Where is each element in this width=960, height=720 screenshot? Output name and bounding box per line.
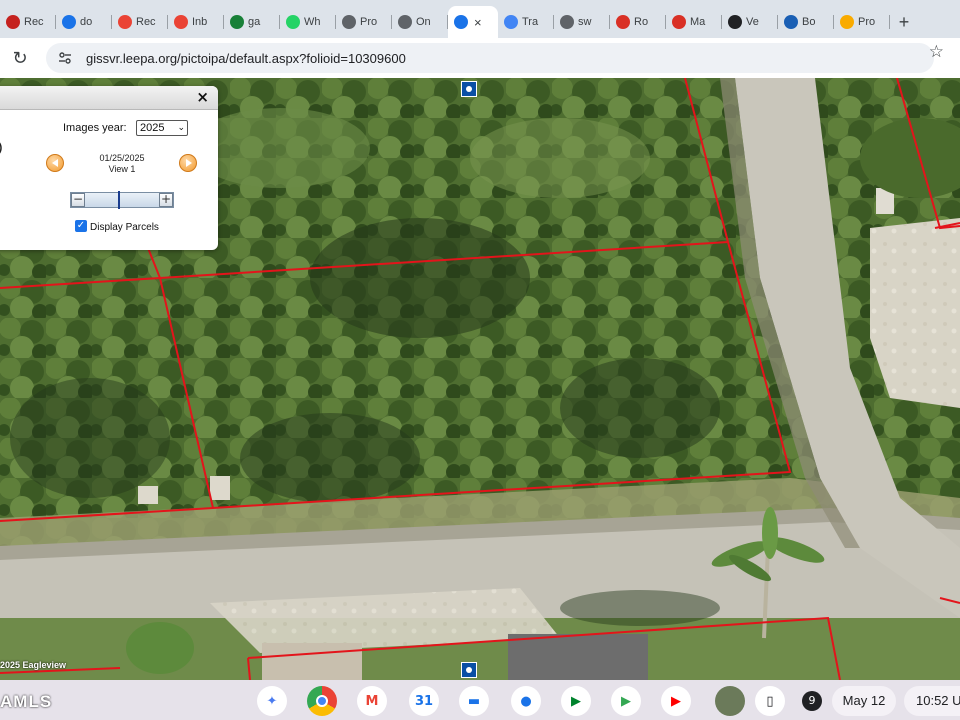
openai-icon: [728, 15, 742, 29]
image-date: 01/25/2025: [99, 153, 145, 163]
reload-icon[interactable]: ↻: [0, 48, 40, 69]
tab-separator: [889, 15, 890, 29]
mls-watermark: AMLS: [0, 692, 53, 711]
chrome-center: [316, 695, 328, 707]
photo-thumbnail-icon[interactable]: [715, 686, 745, 716]
browser-tab[interactable]: Bo: [778, 6, 834, 38]
sheets-icon: [230, 15, 244, 29]
close-icon[interactable]: ×: [474, 15, 482, 30]
moon-icon: [784, 15, 798, 29]
display-parcels-label: Display Parcels: [90, 222, 159, 233]
tab-label: On: [416, 16, 431, 28]
browser-toolbar: ↻ gissvr.leepa.org/pictoipa/default.aspx…: [0, 38, 960, 78]
chrome-icon[interactable]: [307, 686, 337, 716]
play-store-icon[interactable]: ▶: [611, 686, 641, 716]
time-display[interactable]: 10:52 U: [904, 686, 960, 716]
site-info-icon[interactable]: [56, 49, 74, 67]
gmail-icon: [118, 15, 132, 29]
date-display[interactable]: May 12: [832, 686, 896, 716]
browser-tab[interactable]: Tra: [498, 6, 554, 38]
youtube-icon[interactable]: ▶: [661, 686, 691, 716]
image-view-label: View 1: [108, 164, 136, 174]
calendar-icon[interactable]: 31: [409, 686, 439, 716]
image-viewer-panel: × Images year: 2025 ⌄ 01/25/2025 View 1 …: [0, 86, 218, 250]
browser-tab[interactable]: On: [392, 6, 448, 38]
tab-label: Pro: [360, 16, 378, 28]
tab-label: Ro: [634, 16, 649, 28]
browser-tab[interactable]: ga: [224, 6, 280, 38]
browser-tab[interactable]: Rec: [112, 6, 168, 38]
chevron-down-icon: ⌄: [177, 123, 185, 133]
realtor-icon: [6, 15, 20, 29]
location-pin-icon[interactable]: [461, 81, 477, 97]
phone-hub-icon[interactable]: ▯: [755, 686, 785, 716]
clock-icon: [62, 15, 76, 29]
zoom-in-button[interactable]: +: [159, 193, 173, 207]
browser-tab[interactable]: Inb: [168, 6, 224, 38]
browser-tab[interactable]: do: [56, 6, 112, 38]
globe-icon: [342, 15, 356, 29]
browser-tab[interactable]: Ro: [610, 6, 666, 38]
c-icon: [672, 15, 686, 29]
messages-icon[interactable]: ●: [511, 686, 541, 716]
close-icon[interactable]: ×: [196, 88, 209, 106]
previous-image-button[interactable]: [46, 154, 64, 172]
browser-tab[interactable]: Pro: [336, 6, 392, 38]
tab-label: Bo: [802, 16, 816, 28]
browser-tab[interactable]: Rec: [0, 6, 56, 38]
tab-label: sw: [578, 16, 592, 28]
tab-label: Pro: [858, 16, 876, 28]
browser-tab[interactable]: ×: [448, 6, 498, 38]
tab-label: Ve: [746, 16, 759, 28]
browser-tab[interactable]: sw: [554, 6, 610, 38]
globe-icon: [454, 15, 468, 29]
tab-label: Inb: [192, 16, 208, 28]
url-text[interactable]: gissvr.leepa.org/pictoipa/default.aspx?f…: [86, 51, 406, 66]
panel-title-bar[interactable]: [0, 86, 218, 110]
tab-label: Rec: [24, 16, 44, 28]
whatsapp-icon: [286, 15, 300, 29]
arrow-left-icon: [52, 159, 58, 167]
tab-label: ga: [248, 16, 261, 28]
next-image-button[interactable]: [179, 154, 197, 172]
gmail-icon[interactable]: M: [357, 686, 387, 716]
bookmark-star-icon[interactable]: ☆: [929, 42, 944, 62]
meet-icon[interactable]: ▶: [561, 686, 591, 716]
gemini-icon[interactable]: ✦: [257, 686, 287, 716]
address-bar[interactable]: gissvr.leepa.org/pictoipa/default.aspx?f…: [46, 43, 934, 73]
browser-tab[interactable]: Pro: [834, 6, 890, 38]
images-year-select[interactable]: 2025 ⌄: [136, 120, 188, 136]
compass-logo-icon: [0, 142, 2, 154]
globe-icon: [560, 15, 574, 29]
new-tab-button[interactable]: +: [890, 6, 918, 38]
zoom-slider-handle[interactable]: [118, 191, 120, 209]
camera-pin-icon[interactable]: [461, 662, 477, 678]
images-year-label: Images year:: [63, 122, 127, 134]
cone-icon: [840, 15, 854, 29]
zoom-out-button[interactable]: −: [71, 193, 85, 207]
globe-icon: [398, 15, 412, 29]
map-copyright: 2025 Eagleview: [0, 660, 67, 670]
browser-tab[interactable]: Ve: [722, 6, 778, 38]
files-icon[interactable]: ▬: [459, 686, 489, 716]
tab-label: Tra: [522, 16, 539, 28]
c-icon: [616, 15, 630, 29]
gmail-icon: [174, 15, 188, 29]
tab-label: do: [80, 16, 93, 28]
tab-strip: Rec do Rec Inb ga Wh Pro On × Tra sw Ro Ma Ve Bo Pro +: [0, 0, 960, 38]
tab-label: Ma: [690, 16, 706, 28]
tab-label: Wh: [304, 16, 321, 28]
display-parcels-checkbox[interactable]: ✓: [75, 220, 87, 232]
tab-label: Rec: [136, 16, 156, 28]
zoom-slider[interactable]: − +: [70, 191, 174, 209]
arrow-right-icon: [186, 159, 192, 167]
translate-icon: [504, 15, 518, 29]
notification-badge[interactable]: 9: [802, 691, 822, 711]
browser-tab[interactable]: Ma: [666, 6, 722, 38]
browser-tab[interactable]: Wh: [280, 6, 336, 38]
images-year-value: 2025: [140, 122, 165, 134]
